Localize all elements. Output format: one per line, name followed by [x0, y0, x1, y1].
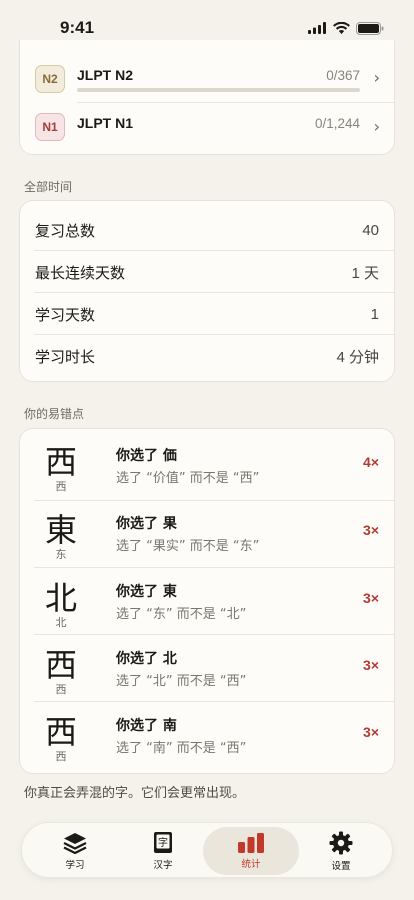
mistake-count: 3×	[363, 657, 379, 673]
mistake-kanji: 北	[44, 579, 77, 617]
level-progress-bar	[77, 88, 360, 92]
mistake-title: 你选了 北	[116, 651, 177, 667]
mistake-count: 3×	[363, 522, 379, 538]
level-badge: N2	[35, 65, 65, 93]
level-count: 0/1,244	[314, 116, 360, 131]
stat-label: 复习总数	[35, 221, 96, 240]
status-time: 9:41	[60, 18, 95, 37]
chevron-right-icon: ›	[373, 117, 380, 136]
mistake-subtitle: 选了 “价值” 而不是 “西”	[116, 471, 260, 486]
wifi-icon	[333, 22, 350, 34]
level-name: JLPT N1	[77, 115, 134, 131]
tab-study[interactable]: 学习	[27, 827, 123, 875]
tab-kanji[interactable]: 字 汉字	[115, 827, 211, 875]
tab-label: 设置	[331, 860, 351, 872]
mistakes-footnote: 你真正会弄混的字。它们会更常出现。	[24, 786, 246, 801]
tab-label: 学习	[65, 859, 85, 871]
mistake-kanji: 西	[44, 646, 77, 684]
mistake-row[interactable]: 西 西 你选了 価 选了 “价值” 而不是 “西” 4×	[20, 431, 394, 497]
signal-icon	[308, 22, 326, 34]
mistake-simplified: 西	[55, 480, 67, 493]
mistakes-card: 西 西 你选了 価 选了 “价值” 而不是 “西” 4× 東 东 你选了 果 选…	[19, 428, 395, 774]
status-icons	[308, 21, 384, 35]
kanji-book-icon: 字	[154, 832, 172, 853]
bar-chart-icon	[238, 832, 264, 853]
jlpt-row-n1[interactable]: N1 JLPT N1 0/1,244 ›	[20, 102, 394, 152]
mistake-subtitle: 选了 “东” 而不是 “北”	[116, 607, 247, 622]
mistake-count: 3×	[363, 590, 379, 606]
tab-bar: 学习 字 汉字 统计 设置	[21, 822, 393, 878]
gear-icon	[329, 831, 353, 854]
mistake-simplified: 东	[55, 548, 67, 561]
tab-stats[interactable]: 统计	[203, 827, 299, 875]
jlpt-row-n2[interactable]: N2 JLPT N2 0/367 ›	[20, 52, 394, 102]
mistake-row[interactable]: 西 西 你选了 北 选了 “北” 而不是 “西” 3×	[20, 634, 394, 700]
level-name: JLPT N2	[77, 67, 134, 83]
stat-label: 最长连续天数	[35, 263, 126, 282]
chevron-right-icon: ›	[373, 68, 380, 87]
mistake-simplified: 西	[55, 683, 67, 696]
mistake-simplified: 北	[55, 616, 67, 629]
stat-value: 4 分钟	[336, 348, 379, 366]
mistake-row[interactable]: 東 东 你选了 果 选了 “果实” 而不是 “东” 3×	[20, 499, 394, 565]
mistake-count: 4×	[363, 454, 379, 470]
stat-value: 40	[362, 221, 379, 239]
mistake-count: 3×	[363, 724, 379, 740]
mistake-title: 你选了 価	[116, 448, 177, 464]
all-time-stats-card: 复习总数 40 最长连续天数 1 天 学习天数 1 学习时长 4 分钟	[19, 200, 395, 382]
svg-text:字: 字	[158, 836, 168, 849]
mistake-subtitle: 选了 “果实” 而不是 “东”	[116, 539, 260, 554]
section-label-all-time: 全部时间	[24, 180, 73, 194]
battery-icon	[356, 21, 384, 35]
level-count: 0/367	[326, 68, 360, 83]
mistake-row[interactable]: 北 北 你选了 東 选了 “东” 而不是 “北” 3×	[20, 567, 394, 633]
mistake-kanji: 西	[44, 443, 77, 481]
stat-row-study-time: 学习时长 4 分钟	[20, 335, 394, 377]
mistake-kanji: 西	[44, 713, 77, 751]
tab-settings[interactable]: 设置	[293, 827, 389, 875]
mistake-title: 你选了 南	[116, 718, 177, 734]
mistake-subtitle: 选了 “南” 而不是 “西”	[116, 741, 247, 756]
stat-label: 学习时长	[35, 347, 96, 366]
layers-icon	[63, 832, 87, 854]
stat-row-total-reviews: 复习总数 40	[20, 209, 394, 251]
stat-row-study-days: 学习天数 1	[20, 293, 394, 335]
jlpt-levels-card: N2 JLPT N2 0/367 › N1 JLPT N1 0/1,244 ›	[19, 40, 395, 155]
tab-label: 汉字	[153, 860, 173, 871]
stat-row-longest-streak: 最长连续天数 1 天	[20, 251, 394, 293]
mistake-kanji: 東	[44, 511, 77, 549]
tab-label: 统计	[241, 858, 261, 870]
mistake-row[interactable]: 西 西 你选了 南 选了 “南” 而不是 “西” 3×	[20, 701, 394, 767]
level-badge: N1	[35, 113, 65, 141]
mistake-subtitle: 选了 “北” 而不是 “西”	[116, 674, 247, 689]
stat-value: 1 天	[351, 264, 379, 282]
mistake-title: 你选了 東	[116, 584, 177, 600]
mistake-title: 你选了 果	[116, 516, 177, 532]
section-label-mistakes: 你的易错点	[24, 407, 85, 421]
stat-value: 1	[370, 305, 379, 323]
stat-label: 学习天数	[35, 305, 96, 324]
mistake-simplified: 西	[55, 750, 67, 763]
